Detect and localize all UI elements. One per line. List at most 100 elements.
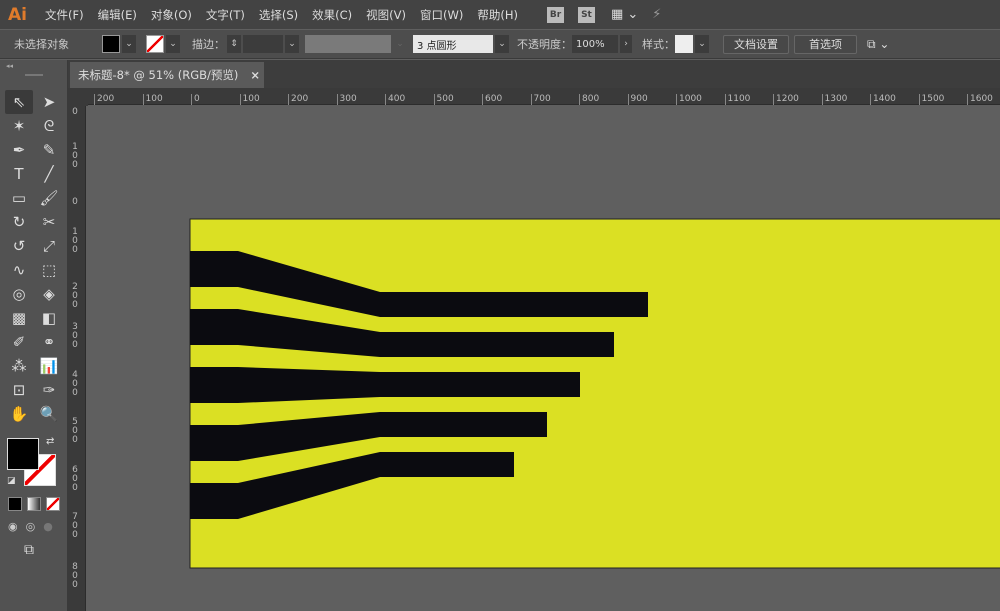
stroke-weight-input[interactable] bbox=[243, 35, 283, 53]
ruler-label: 0 bbox=[72, 107, 78, 117]
blend-tool-icon[interactable]: ⚭ bbox=[35, 330, 63, 354]
preferences-button[interactable]: 首选项 bbox=[794, 34, 857, 54]
canvas[interactable] bbox=[87, 106, 1000, 611]
menu-help[interactable]: 帮助(H) bbox=[477, 7, 518, 23]
selection-tool-icon[interactable]: ⇖ bbox=[5, 90, 33, 114]
ruler-label: 200 bbox=[72, 282, 78, 310]
ruler-label: 1000 bbox=[676, 94, 702, 105]
collapse-icon[interactable]: ◂◂ bbox=[0, 60, 67, 72]
menu-window[interactable]: 窗口(W) bbox=[420, 7, 463, 23]
opacity-input[interactable]: 100% bbox=[572, 35, 618, 53]
stroke-label: 描边： bbox=[192, 38, 225, 51]
chevron-down-icon[interactable]: ⌄ bbox=[122, 35, 136, 53]
menu-bar: Ai 文件(F) 编辑(E) 对象(O) 文字(T) 选择(S) 效果(C) 视… bbox=[0, 0, 1000, 29]
pen-tool-icon[interactable]: ✒ bbox=[5, 138, 33, 162]
lasso-icon[interactable]: ᘓ bbox=[35, 114, 63, 138]
shape-builder-icon[interactable]: ◎ bbox=[5, 282, 33, 306]
zoom-tool-icon[interactable]: 🔍 bbox=[35, 402, 63, 426]
chevron-down-icon[interactable]: ⌄ bbox=[285, 35, 299, 53]
default-colors-icon[interactable]: ◪ bbox=[7, 476, 16, 486]
ruler-label: 0 bbox=[72, 197, 78, 207]
selection-status: 未选择对象 bbox=[14, 38, 69, 51]
menu-object[interactable]: 对象(O) bbox=[151, 7, 192, 23]
menu-effect[interactable]: 效果(C) bbox=[312, 7, 352, 23]
stock-icon[interactable]: St bbox=[577, 6, 595, 23]
tools-panel: ◂◂ ⇖ ➤ ✶ ᘓ ✒ ✎ T ╱ ▭ 🖌 ↻ ✂ ↺ ⤢ ∿ ⬚ ◎ ◈ ▩ ◧ ✐ ⚭ ⁂ 📊 ⊡… bbox=[0, 60, 68, 611]
arrange-documents-icon[interactable]: ⧉ ⌄ bbox=[867, 37, 889, 52]
menu-select[interactable]: 选择(S) bbox=[259, 7, 298, 23]
menu-type[interactable]: 文字(T) bbox=[206, 7, 245, 23]
menu-edit[interactable]: 编辑(E) bbox=[98, 7, 137, 23]
line-tool-icon[interactable]: ╱ bbox=[35, 162, 63, 186]
chevron-down-icon[interactable]: ⌄ bbox=[166, 35, 180, 53]
chevron-right-icon[interactable]: › bbox=[620, 35, 632, 53]
magic-wand-icon[interactable]: ✶ bbox=[5, 114, 33, 138]
curvature-tool-icon[interactable]: ✎ bbox=[35, 138, 63, 162]
menu-view[interactable]: 视图(V) bbox=[366, 7, 406, 23]
close-icon[interactable]: × bbox=[250, 68, 260, 82]
ruler-label: 400 bbox=[385, 94, 405, 105]
ruler-label: 800 bbox=[579, 94, 599, 105]
chevron-down-icon[interactable]: ⌄ bbox=[495, 35, 509, 53]
draw-inside-icon[interactable]: ● bbox=[43, 520, 53, 533]
none-mode-icon[interactable] bbox=[46, 497, 60, 511]
artboard-tool-icon[interactable]: ⊡ bbox=[5, 378, 33, 402]
live-paint-icon[interactable]: ◈ bbox=[35, 282, 63, 306]
screen-mode-icon[interactable]: ⧉ bbox=[24, 542, 34, 558]
ruler-label: 800 bbox=[72, 562, 78, 590]
ruler-origin[interactable] bbox=[68, 88, 88, 106]
brush-definition[interactable]: 3 点圆形 bbox=[413, 35, 493, 53]
shaper-tool-icon[interactable]: ↻ bbox=[5, 210, 33, 234]
horizontal-ruler[interactable]: 200 100 0 100 200 300 400 500 600 700 800 900 1000 11… bbox=[88, 88, 1000, 105]
stroke-swatch[interactable] bbox=[146, 35, 164, 53]
hand-tool-icon[interactable]: ✋ bbox=[5, 402, 33, 426]
drawing-modes: ◉ ◎ ● bbox=[8, 520, 53, 533]
stroke-stepper[interactable]: ⇕ bbox=[227, 35, 241, 53]
style-swatch[interactable] bbox=[675, 35, 693, 53]
symbol-sprayer-icon[interactable]: ⁂ bbox=[5, 354, 33, 378]
bridge-icon[interactable]: Br bbox=[546, 6, 564, 23]
ruler-label: 100 bbox=[142, 94, 163, 105]
chevron-down-icon: ⌄ bbox=[396, 39, 404, 49]
workspace-layout-icon[interactable]: ▦ ⌄ bbox=[611, 7, 638, 22]
gpu-performance-icon[interactable]: ⚡ bbox=[652, 7, 661, 22]
draw-behind-icon[interactable]: ◎ bbox=[26, 520, 36, 533]
free-transform-icon[interactable]: ⬚ bbox=[35, 258, 63, 282]
ruler-label: 300 bbox=[336, 94, 357, 105]
control-bar: 未选择对象 ⌄ ⌄ 描边： ⇕ ⌄ ⌄ 3 点圆形 ⌄ 不透明度： 100% ›… bbox=[0, 30, 1000, 59]
rotate-tool-icon[interactable]: ↺ bbox=[5, 234, 33, 258]
type-tool-icon[interactable]: T bbox=[5, 162, 33, 186]
document-tab[interactable]: 未标题-8* @ 51% (RGB/预览) × bbox=[70, 62, 264, 88]
style-label: 样式： bbox=[642, 38, 675, 51]
ruler-label: 1100 bbox=[724, 94, 750, 105]
scale-tool-icon[interactable]: ⤢ bbox=[35, 234, 63, 258]
gradient-mode-icon[interactable] bbox=[27, 497, 41, 511]
ruler-label: 1500 bbox=[918, 94, 944, 105]
ruler-label: 900 bbox=[627, 94, 648, 105]
color-mode-icon[interactable] bbox=[8, 497, 22, 511]
ruler-label: 100 bbox=[239, 94, 260, 105]
fill-swatch[interactable] bbox=[102, 35, 120, 53]
direct-selection-tool-icon[interactable]: ➤ bbox=[35, 90, 63, 114]
slice-tool-icon[interactable]: ✑ bbox=[35, 378, 63, 402]
rectangle-tool-icon[interactable]: ▭ bbox=[5, 186, 33, 210]
ruler-label: 200 bbox=[288, 94, 308, 105]
vertical-ruler[interactable]: 0 100 0 100 200 300 400 500 600 700 800 bbox=[68, 88, 86, 611]
ruler-label: 300 bbox=[72, 322, 78, 350]
mesh-tool-icon[interactable]: ▩ bbox=[5, 306, 33, 330]
eyedropper-icon[interactable]: ✐ bbox=[5, 330, 33, 354]
panel-grip[interactable] bbox=[25, 74, 43, 76]
chevron-down-icon[interactable]: ⌄ bbox=[695, 35, 709, 53]
gradient-tool-icon[interactable]: ◧ bbox=[35, 306, 63, 330]
fill-color-box[interactable] bbox=[7, 438, 39, 470]
graph-tool-icon[interactable]: 📊 bbox=[35, 354, 63, 378]
draw-normal-icon[interactable]: ◉ bbox=[8, 520, 18, 533]
swap-colors-icon[interactable]: ⇄ bbox=[46, 436, 54, 447]
warp-tool-icon[interactable]: ∿ bbox=[5, 258, 33, 282]
paintbrush-icon[interactable]: 🖌 bbox=[35, 186, 63, 210]
ruler-label: 700 bbox=[530, 94, 551, 105]
document-setup-button[interactable]: 文档设置 bbox=[723, 34, 789, 54]
menu-file[interactable]: 文件(F) bbox=[45, 7, 84, 23]
scissors-icon[interactable]: ✂ bbox=[35, 210, 63, 234]
variable-width-profile[interactable] bbox=[305, 35, 391, 53]
